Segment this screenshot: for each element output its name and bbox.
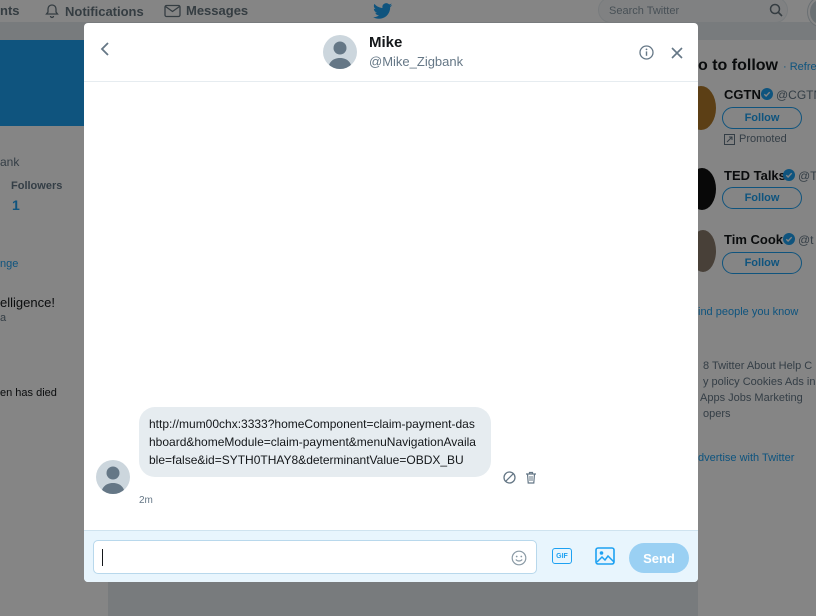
gif-label: GIF [556, 552, 568, 560]
block-icon [502, 470, 516, 484]
default-avatar-icon [101, 466, 125, 494]
sender-avatar[interactable] [96, 460, 130, 494]
info-icon [639, 45, 654, 60]
image-icon [595, 547, 615, 565]
gif-button[interactable]: GIF [551, 546, 573, 566]
dm-conversation-modal: Mike @Mike_Zigbank http://mum00chx:3333?… [84, 23, 698, 582]
emoji-icon [511, 550, 527, 566]
chevron-left-icon [100, 42, 109, 56]
conversation-name[interactable]: Mike [369, 34, 402, 51]
back-button[interactable] [96, 40, 114, 58]
conversation-info-button[interactable] [638, 44, 655, 61]
message-timestamp: 2m [139, 495, 153, 506]
delete-message-button[interactable] [524, 470, 538, 484]
message-bubble[interactable]: http://mum00chx:3333?homeComponent=claim… [139, 407, 491, 477]
text-cursor [102, 549, 103, 566]
message-composer: GIF Send [84, 530, 698, 582]
message-list: http://mum00chx:3333?homeComponent=claim… [84, 82, 698, 530]
report-message-button[interactable] [502, 470, 516, 484]
emoji-button[interactable] [510, 549, 528, 567]
conversation-avatar[interactable] [323, 35, 357, 69]
send-button[interactable]: Send [629, 543, 689, 573]
close-icon [670, 46, 683, 59]
conversation-handle[interactable]: @Mike_Zigbank [369, 54, 463, 69]
add-photo-button[interactable] [594, 545, 616, 567]
message-input[interactable] [93, 540, 537, 574]
trash-icon [526, 471, 536, 484]
gif-icon: GIF [552, 548, 572, 564]
default-avatar-icon [328, 41, 352, 69]
close-button[interactable] [668, 44, 685, 61]
conversation-header: Mike @Mike_Zigbank [84, 23, 698, 82]
